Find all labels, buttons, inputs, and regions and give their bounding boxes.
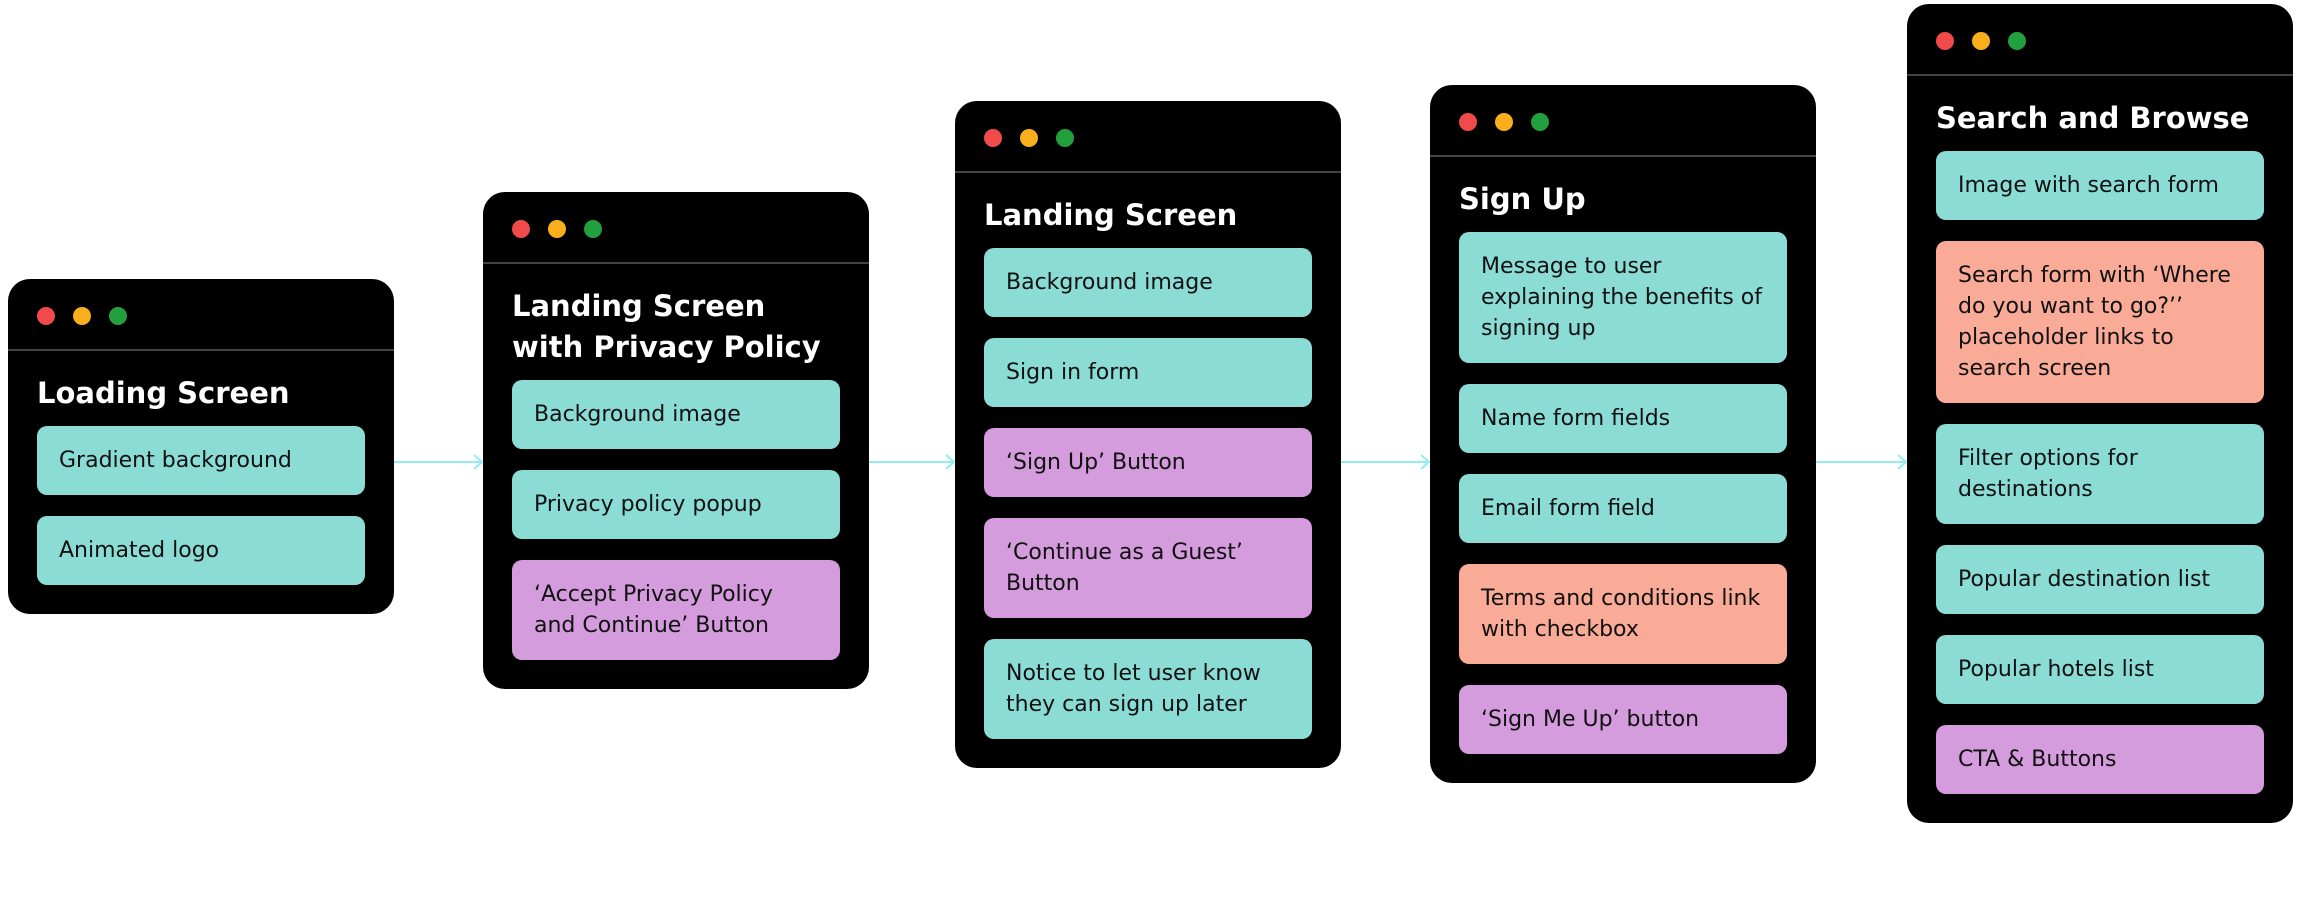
arrow-1-to-2	[393, 454, 484, 470]
screen-component: ‘Continue as a Guest’ Button	[984, 518, 1312, 618]
screen-component: Filter options for destinations	[1936, 424, 2264, 524]
screen-component: Image with search form	[1936, 151, 2264, 220]
screen-title: Sign Up	[1459, 182, 1586, 216]
screen-title: Landing Screen	[984, 198, 1238, 232]
maximize-dot-icon	[109, 307, 127, 325]
screen-window-4: Sign Up Message to user explaining the be…	[1430, 85, 1816, 783]
minimize-dot-icon	[1495, 113, 1513, 131]
screen-component: Email form field	[1459, 474, 1787, 543]
screen-component: Popular destination list	[1936, 545, 2264, 614]
window-titlebar	[955, 101, 1341, 173]
screen-component: Background image	[512, 380, 840, 449]
screen-component: Name form fields	[1459, 384, 1787, 453]
minimize-dot-icon	[548, 220, 566, 238]
screen-component: Background image	[984, 248, 1312, 317]
screen-title: Loading Screen	[37, 376, 290, 410]
maximize-dot-icon	[584, 220, 602, 238]
window-titlebar	[483, 192, 869, 264]
window-titlebar	[8, 279, 394, 351]
maximize-dot-icon	[1056, 129, 1074, 147]
window-titlebar	[1430, 85, 1816, 157]
screen-component: Search form with ‘Where do you want to g…	[1936, 241, 2264, 403]
screen-window-2: Landing Screen with Privacy Policy Backgr…	[483, 192, 869, 689]
arrow-3-to-4	[1341, 454, 1431, 470]
minimize-dot-icon	[1972, 32, 1990, 50]
screen-component: ‘Accept Privacy Policy and Continue’ But…	[512, 560, 840, 660]
screen-component: Sign in form	[984, 338, 1312, 407]
close-dot-icon	[1459, 113, 1477, 131]
screen-component: Gradient background	[37, 426, 365, 495]
screen-window-3: Landing Screen Background image Sign in fo…	[955, 101, 1341, 768]
screen-component: Privacy policy popup	[512, 470, 840, 539]
screen-component: Notice to let user know they can sign up…	[984, 639, 1312, 739]
close-dot-icon	[984, 129, 1002, 147]
maximize-dot-icon	[1531, 113, 1549, 131]
screen-window-1: Loading Screen Gradient background Animate…	[8, 279, 394, 614]
screen-component: CTA & Buttons	[1936, 725, 2264, 794]
screen-component: Terms and conditions link with checkbox	[1459, 564, 1787, 664]
screen-component: Popular hotels list	[1936, 635, 2264, 704]
screen-component: ‘Sign Me Up’ button	[1459, 685, 1787, 754]
screen-component: ‘Sign Up’ Button	[984, 428, 1312, 497]
arrow-4-to-5	[1816, 454, 1908, 470]
screen-title: Landing Screen with Privacy Policy	[512, 289, 821, 364]
close-dot-icon	[512, 220, 530, 238]
screen-window-5: Search and Browse Image with search form S…	[1907, 4, 2293, 823]
minimize-dot-icon	[73, 307, 91, 325]
arrow-2-to-3	[867, 454, 956, 470]
minimize-dot-icon	[1020, 129, 1038, 147]
close-dot-icon	[37, 307, 55, 325]
close-dot-icon	[1936, 32, 1954, 50]
screen-component: Message to user explaining the benefits …	[1459, 232, 1787, 363]
window-titlebar	[1907, 4, 2293, 76]
screen-component: Animated logo	[37, 516, 365, 585]
screen-title: Search and Browse	[1936, 101, 2250, 135]
maximize-dot-icon	[2008, 32, 2026, 50]
